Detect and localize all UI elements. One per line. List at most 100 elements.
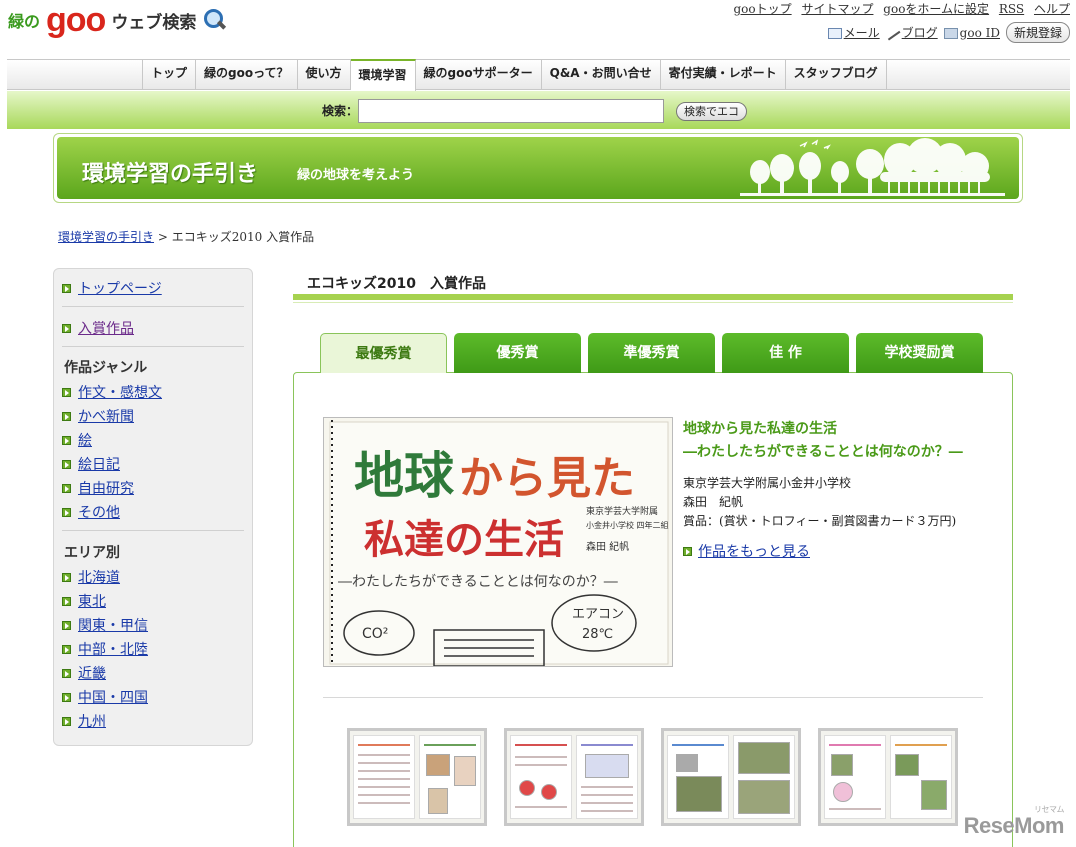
work-title-line1: 地球から見た私達の生活 <box>683 421 837 437</box>
poster-author: 森田 紀帆 <box>586 540 629 553</box>
pen-icon <box>885 27 901 40</box>
award-tab-excellence[interactable]: 優秀賞 <box>454 333 581 373</box>
poster-title-orange: から見た <box>459 453 635 504</box>
work-thumbnail[interactable] <box>818 728 958 826</box>
sidebar-heading-genre: 作品ジャンル <box>64 360 148 376</box>
sidebar-item-area[interactable]: 中部・北陸 <box>62 639 148 659</box>
link-sitemap[interactable]: サイトマップ <box>801 2 873 16</box>
sidebar-item-area[interactable]: 九州 <box>62 711 106 731</box>
nav-tab-qa[interactable]: Q&A・お問い合せ <box>542 59 661 90</box>
arrow-bullet-icon <box>62 483 71 493</box>
arrow-bullet-icon <box>62 692 71 702</box>
nav-tab-supporter[interactable]: 緑のgooサポーター <box>416 59 542 90</box>
work-thumbnail[interactable] <box>661 728 801 826</box>
poster-title-green: 地球 <box>354 447 455 505</box>
sidebar-label[interactable]: 自由研究 <box>78 478 134 498</box>
sidebar-label[interactable]: 入賞作品 <box>78 318 134 338</box>
section-title: エコキッズ2010 入賞作品 <box>307 276 486 292</box>
sidebar-item-genre[interactable]: 作文・感想文 <box>62 382 162 402</box>
banner-subtitle: 緑の地球を考えよう <box>297 168 415 183</box>
award-tab-honorable[interactable]: 佳 作 <box>722 333 849 373</box>
nav-tab-environment-study[interactable]: 環境学習 <box>350 59 416 91</box>
sidebar-label[interactable]: 近畿 <box>78 663 106 683</box>
banner-title: 環境学習の手引き <box>82 162 259 187</box>
work-info: 東京学芸大学附属小金井小学校 森田 紀帆 賞品：(賞状・トロフィー・副賞図書カー… <box>683 474 956 531</box>
sidebar-label[interactable]: 九州 <box>78 711 106 731</box>
sidebar-item-area[interactable]: 北海道 <box>62 567 120 587</box>
sidebar-label[interactable]: かべ新聞 <box>78 406 134 426</box>
link-goo-top[interactable]: gooトップ <box>733 2 791 16</box>
sidebar-label[interactable]: トップページ <box>78 278 162 298</box>
nav-tab-about[interactable]: 緑のgooって？ <box>196 59 298 90</box>
arrow-bullet-icon <box>62 411 71 421</box>
search-button[interactable]: 検索でエコ <box>676 102 747 121</box>
sidebar-label[interactable]: 東北 <box>78 591 106 611</box>
sidebar-item-genre[interactable]: 絵日記 <box>62 454 120 474</box>
work-author: 森田 紀帆 <box>683 495 744 509</box>
link-set-home[interactable]: gooをホームに設定 <box>883 2 989 16</box>
work-title-line2: ―わたしたちができることとは何なのか？― <box>683 444 963 460</box>
nav-tab-howto[interactable]: 使い方 <box>298 59 351 90</box>
mail-link[interactable]: メール <box>827 24 880 41</box>
mail-label[interactable]: メール <box>844 26 880 40</box>
poster-grade: 小金井小学校 四年二組 <box>586 520 669 530</box>
see-more-label[interactable]: 作品をもっと見る <box>698 541 810 561</box>
poster-question: ―わたしたちができることとは何なのか？― <box>338 574 618 590</box>
sidebar-label[interactable]: 中国・四国 <box>78 687 148 707</box>
sidebar-label[interactable]: 絵日記 <box>78 454 120 474</box>
blog-label[interactable]: ブログ <box>902 26 938 40</box>
work-thumbnail[interactable] <box>504 728 644 826</box>
arrow-bullet-icon <box>683 546 692 556</box>
nav-tab-donation[interactable]: 寄付実績・レポート <box>661 59 786 90</box>
sidebar-label[interactable]: 北海道 <box>78 567 120 587</box>
award-tab-semi-excellence[interactable]: 準優秀賞 <box>588 333 715 373</box>
sidebar-label[interactable]: その他 <box>78 502 120 522</box>
breadcrumb-current: エコキッズ2010 入賞作品 <box>171 230 315 244</box>
arrow-bullet-icon <box>62 459 71 469</box>
goo-id-label[interactable]: goo ID <box>960 26 1000 40</box>
sidebar-label[interactable]: 作文・感想文 <box>78 382 162 402</box>
search-label: 検索： <box>322 104 359 118</box>
sidebar-item-genre[interactable]: 絵 <box>62 430 92 450</box>
search-magnifier-icon <box>202 7 228 33</box>
watermark-ruby: リセマム <box>1034 805 1065 814</box>
sidebar-item-genre[interactable]: かべ新聞 <box>62 406 134 426</box>
link-rss[interactable]: RSS <box>999 2 1024 16</box>
sidebar-item-area[interactable]: 東北 <box>62 591 106 611</box>
sidebar-label[interactable]: 関東・甲信 <box>78 615 148 635</box>
mail-icon <box>827 28 842 39</box>
link-help[interactable]: ヘルプ <box>1034 2 1070 16</box>
goo-id-link[interactable]: goo ID <box>943 26 1000 40</box>
nav-tab-staff-blog[interactable]: スタッフブログ <box>786 59 887 90</box>
sidebar-item-top-page[interactable]: トップページ <box>62 278 162 298</box>
sidebar-item-area[interactable]: 近畿 <box>62 663 106 683</box>
sidebar-item-area[interactable]: 関東・甲信 <box>62 615 148 635</box>
breadcrumb-parent-link[interactable]: 環境学習の手引き <box>58 230 154 244</box>
arrow-bullet-icon <box>62 596 71 606</box>
id-icon <box>943 27 958 39</box>
work-thumbnail[interactable] <box>347 728 487 826</box>
sidebar-item-area[interactable]: 中国・四国 <box>62 687 148 707</box>
poster-subtitle: 私達の生活 <box>364 517 564 563</box>
award-tab-grand-prize[interactable]: 最優秀賞 <box>320 333 447 373</box>
sidebar-item-genre[interactable]: その他 <box>62 502 120 522</box>
arrow-bullet-icon <box>62 387 71 397</box>
award-tab-school-encouragement[interactable]: 学校奨励賞 <box>856 333 983 373</box>
arrow-bullet-icon <box>62 323 71 333</box>
sidebar-label[interactable]: 絵 <box>78 430 92 450</box>
search-input[interactable] <box>358 99 664 123</box>
content-divider <box>323 697 983 698</box>
register-button[interactable]: 新規登録 <box>1005 22 1070 43</box>
blog-link[interactable]: ブログ <box>885 24 938 41</box>
site-logo[interactable]: 緑の goo ウェブ検索 <box>8 2 228 38</box>
see-more-link[interactable]: 作品をもっと見る <box>683 541 810 561</box>
nav-tab-top[interactable]: トップ <box>143 59 197 90</box>
sidebar-divider <box>62 530 244 531</box>
sidebar-item-genre[interactable]: 自由研究 <box>62 478 134 498</box>
work-main-image[interactable]: 地球 から見た 私達の生活 東京学芸大学附属 小金井小学校 四年二組 森田 紀帆… <box>323 417 673 667</box>
sidebar-label[interactable]: 中部・北陸 <box>78 639 148 659</box>
account-links: メール ブログ goo ID 新規登録 <box>827 22 1070 43</box>
sidebar-item-award-works[interactable]: 入賞作品 <box>62 318 134 338</box>
arrow-bullet-icon <box>62 435 71 445</box>
sidebar-divider <box>62 306 244 307</box>
